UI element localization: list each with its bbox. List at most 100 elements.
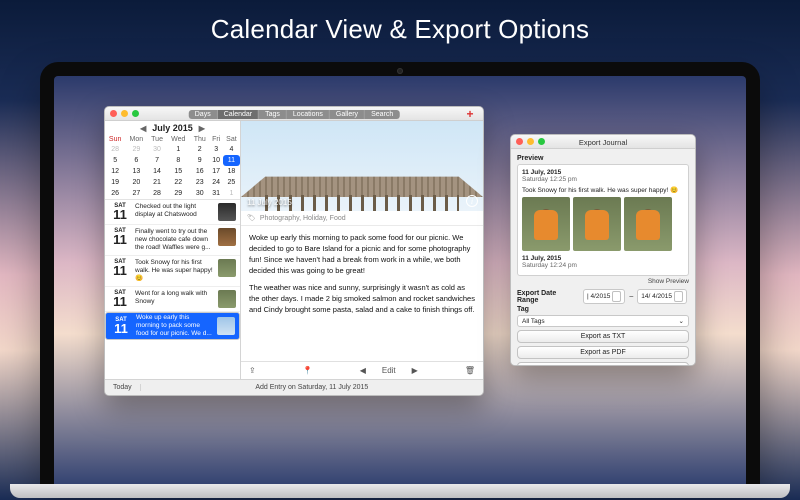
calendar-day[interactable]: 29 [167, 188, 190, 199]
calendar-day[interactable]: 21 [147, 177, 166, 188]
calendar-day[interactable]: 11 [223, 155, 240, 166]
view-tab-calendar[interactable]: Calendar [218, 110, 259, 119]
calendar-day[interactable]: 24 [210, 177, 223, 188]
export-pdf-button[interactable]: Export as PDF [517, 346, 689, 359]
calendar-day[interactable]: 3 [210, 144, 223, 155]
calendar-day[interactable]: 30 [147, 144, 166, 155]
weekday-header: Thu [190, 135, 210, 144]
calendar-day[interactable]: 29 [125, 144, 147, 155]
calendar-day[interactable]: 5 [105, 155, 125, 166]
minimize-icon[interactable] [527, 138, 534, 145]
journal-titlebar: DaysCalendarTagsLocationsGallerySearch + [105, 107, 483, 121]
calendar-day[interactable]: 10 [210, 155, 223, 166]
calendar-day[interactable]: 12 [105, 166, 125, 177]
next-entry-button[interactable]: ▶ [412, 366, 418, 375]
today-button[interactable]: Today [105, 384, 141, 391]
calendar-day[interactable]: 15 [167, 166, 190, 177]
show-preview-toggle[interactable]: Show Preview [517, 278, 689, 285]
weekday-header: Wed [167, 135, 190, 144]
prev-entry-button[interactable]: ◀ [360, 366, 366, 375]
tag-icon: 🏷 [247, 214, 256, 222]
entry-paragraph: The weather was nice and sunny, surprisi… [249, 282, 475, 315]
weekday-header: Sat [223, 135, 240, 144]
prev-month-button[interactable]: ◀ [140, 124, 146, 133]
entry-snippet: Took Snowy for his first walk. He was su… [135, 259, 214, 283]
view-tab-days[interactable]: Days [189, 110, 218, 119]
entry-hero-image: 11 July 2015 i [241, 121, 483, 211]
entry-list-item[interactable]: SAT11Finally went to try out the new cho… [105, 225, 240, 256]
new-entry-button[interactable]: + [463, 107, 477, 121]
next-month-button[interactable]: ▶ [199, 124, 205, 133]
calendar-day[interactable]: 28 [105, 144, 125, 155]
calendar-grid[interactable]: SunMonTueWedThuFriSat 282930123456789101… [105, 135, 240, 199]
entry-tags-text: Photography, Holiday, Food [260, 215, 346, 222]
entry-list: SAT11Checked out the light display at Ch… [105, 199, 240, 379]
month-label: July 2015 [152, 123, 193, 133]
zoom-icon[interactable] [132, 110, 139, 117]
entry-date-badge: SAT11 [109, 203, 131, 221]
map-icon[interactable]: 📍 [303, 366, 313, 375]
calendar-day[interactable]: 1 [167, 144, 190, 155]
entry-date-badge: SAT11 [110, 317, 132, 335]
entry-thumb [218, 290, 236, 308]
print-button[interactable]: Print [517, 362, 689, 366]
calendar-day[interactable]: 30 [190, 188, 210, 199]
view-tab-tags[interactable]: Tags [259, 110, 287, 119]
entry-list-item[interactable]: SAT11Took Snowy for his first walk. He w… [105, 256, 240, 287]
entry-paragraph: Woke up early this morning to pack some … [249, 232, 475, 276]
calendar-day[interactable]: 14 [147, 166, 166, 177]
close-icon[interactable] [110, 110, 117, 117]
entry-hero-date: 11 July 2015 [247, 198, 292, 207]
view-tab-locations[interactable]: Locations [287, 110, 330, 119]
calendar-day[interactable]: 23 [190, 177, 210, 188]
calendar-day[interactable]: 20 [125, 177, 147, 188]
entry-tags[interactable]: 🏷 Photography, Holiday, Food [241, 211, 483, 226]
view-tab-search[interactable]: Search [365, 110, 399, 119]
calendar-day[interactable]: 25 [223, 177, 240, 188]
tag-select[interactable]: All Tags ⌄ [517, 315, 689, 327]
calendar-day[interactable]: 28 [147, 188, 166, 199]
stepper-icon[interactable] [674, 291, 683, 302]
calendar-day[interactable]: 27 [125, 188, 147, 199]
calendar-day[interactable]: 19 [105, 177, 125, 188]
share-icon[interactable]: ⇪ [249, 366, 256, 375]
tag-select-value: All Tags [522, 318, 545, 325]
date-to-input[interactable]: 14/ 4/2015 [637, 289, 687, 304]
calendar-day[interactable]: 4 [223, 144, 240, 155]
webcam-dot [397, 68, 403, 74]
info-icon[interactable]: i [466, 195, 478, 207]
minimize-icon[interactable] [121, 110, 128, 117]
entry-thumb [218, 203, 236, 221]
calendar-day[interactable]: 18 [223, 166, 240, 177]
weekday-header: Tue [147, 135, 166, 144]
export-preview: 11 July, 2015Saturday 12:25 pm Took Snow… [517, 164, 689, 276]
entry-list-item[interactable]: SAT11Went for a long walk with Snowy [105, 287, 240, 312]
calendar-day[interactable]: 7 [147, 155, 166, 166]
preview-time: Saturday 12:25 pm [522, 176, 577, 183]
calendar-day[interactable]: 22 [167, 177, 190, 188]
calendar-day[interactable]: 17 [210, 166, 223, 177]
calendar-day[interactable]: 2 [190, 144, 210, 155]
entry-list-item[interactable]: SAT11Checked out the light display at Ch… [105, 200, 240, 225]
edit-button[interactable]: Edit [382, 366, 396, 375]
calendar-day[interactable]: 9 [190, 155, 210, 166]
stepper-icon[interactable] [612, 291, 621, 302]
trash-icon[interactable]: 🗑 [465, 366, 475, 375]
date-from-input[interactable]: | 4/2015 [583, 289, 625, 304]
close-icon[interactable] [516, 138, 523, 145]
export-txt-button[interactable]: Export as TXT [517, 330, 689, 343]
calendar-day[interactable]: 16 [190, 166, 210, 177]
calendar-day[interactable]: 1 [223, 188, 240, 199]
calendar-day[interactable]: 26 [105, 188, 125, 199]
calendar-day[interactable]: 8 [167, 155, 190, 166]
entry-date-badge: SAT11 [109, 290, 131, 308]
calendar-day[interactable]: 13 [125, 166, 147, 177]
entry-list-item[interactable]: SAT11Woke up early this morning to pack … [105, 312, 240, 340]
calendar-day[interactable]: 31 [210, 188, 223, 199]
entry-date-badge: SAT11 [109, 228, 131, 246]
zoom-icon[interactable] [538, 138, 545, 145]
view-tab-gallery[interactable]: Gallery [330, 110, 365, 119]
calendar-day[interactable]: 6 [125, 155, 147, 166]
add-entry-label[interactable]: Add Entry on Saturday, 11 July 2015 [141, 384, 483, 391]
journal-window: DaysCalendarTagsLocationsGallerySearch +… [104, 106, 484, 396]
